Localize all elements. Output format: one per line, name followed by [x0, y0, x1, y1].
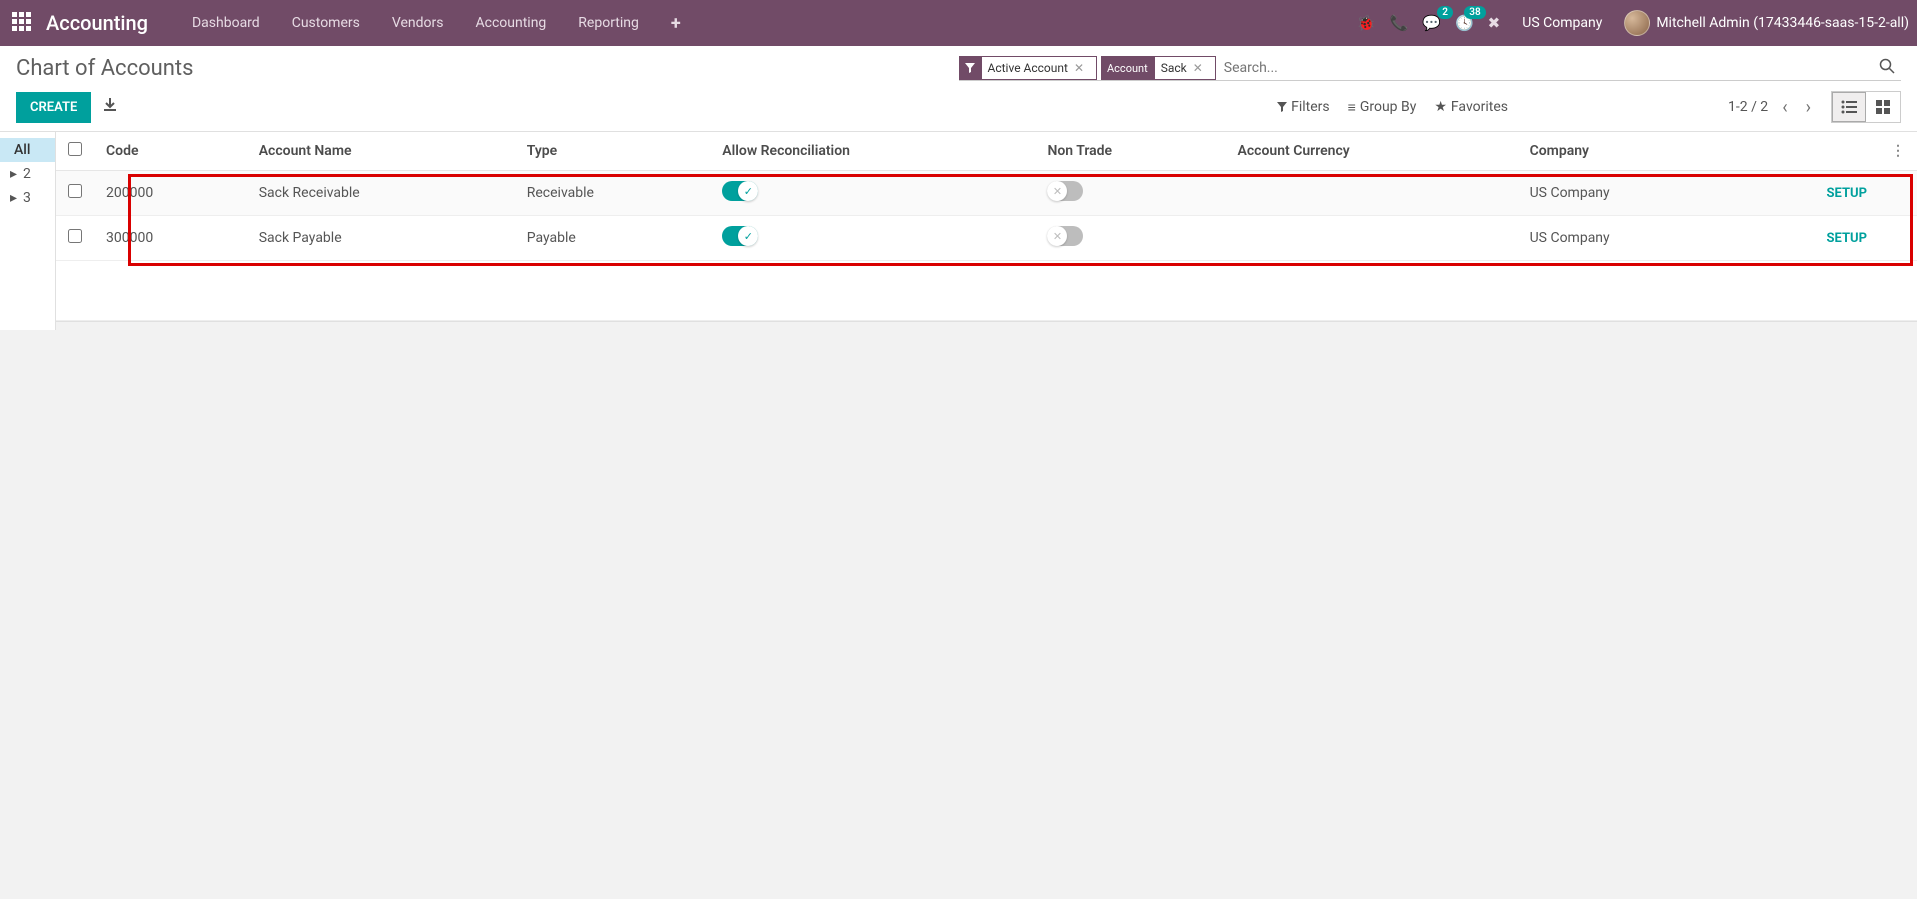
- messaging-badge: 2: [1437, 6, 1453, 19]
- search-icon[interactable]: [1873, 58, 1901, 78]
- cell-name: Sack Receivable: [247, 171, 515, 216]
- filters-button[interactable]: Filters: [1277, 99, 1330, 116]
- phone-icon[interactable]: 📞: [1390, 14, 1409, 32]
- activities-badge: 38: [1464, 6, 1485, 19]
- facet-value: Active Account: [988, 61, 1068, 75]
- facet-remove-icon[interactable]: ✕: [1187, 61, 1209, 75]
- reconcile-toggle[interactable]: ✓: [722, 226, 758, 246]
- page-title: Chart of Accounts: [16, 56, 193, 81]
- star-icon: ★: [1434, 99, 1447, 115]
- avatar: [1624, 10, 1650, 36]
- caret-right-icon: ▸: [10, 166, 17, 182]
- cell-code: 300000: [94, 216, 247, 261]
- setup-button[interactable]: SETUP: [1827, 231, 1867, 246]
- cell-name: Sack Payable: [247, 216, 515, 261]
- accounts-table: Code Account Name Type Allow Reconciliat…: [56, 132, 1917, 261]
- cell-currency: [1226, 171, 1518, 216]
- search-options: Filters ≡ Group By ★ Favorites: [1277, 99, 1508, 116]
- create-button[interactable]: CREATE: [16, 92, 91, 123]
- activities-icon[interactable]: 🕓38: [1455, 14, 1474, 32]
- favorites-label: Favorites: [1451, 99, 1508, 115]
- pager-prev-icon[interactable]: ‹: [1778, 97, 1791, 118]
- main: Code Account Name Type Allow Reconciliat…: [56, 132, 1917, 322]
- reconcile-toggle[interactable]: ✓: [722, 181, 758, 201]
- facet-remove-icon[interactable]: ✕: [1068, 61, 1090, 75]
- filters-label: Filters: [1291, 99, 1330, 115]
- facet-value: Sack: [1161, 61, 1187, 75]
- pager-next-icon[interactable]: ›: [1802, 97, 1815, 118]
- cell-company: US Company: [1518, 171, 1741, 216]
- nontrade-toggle[interactable]: ✕: [1047, 181, 1083, 201]
- col-type[interactable]: Type: [515, 132, 711, 171]
- sidebar-item-all[interactable]: All: [0, 138, 55, 162]
- sidebar-item-label: 2: [23, 166, 31, 182]
- view-list-icon[interactable]: [1832, 92, 1866, 122]
- table-row[interactable]: 200000 Sack Receivable Receivable ✓ ✕ US…: [56, 171, 1917, 216]
- control-panel: Chart of Accounts Active Account ✕ Accou…: [0, 46, 1917, 132]
- col-company[interactable]: Company: [1518, 132, 1741, 171]
- col-nontrade[interactable]: Non Trade: [1035, 132, 1225, 171]
- tools-icon[interactable]: ✖: [1488, 14, 1501, 32]
- col-code[interactable]: Code: [94, 132, 247, 171]
- pager: 1-2 / 2 ‹ ›: [1728, 97, 1815, 118]
- groupby-label: Group By: [1360, 99, 1417, 115]
- searchbar: Active Account ✕ Account Sack ✕: [959, 56, 1902, 81]
- nontrade-toggle[interactable]: ✕: [1047, 226, 1083, 246]
- nav-customers[interactable]: Customers: [276, 3, 376, 43]
- facet-label: Account: [1101, 62, 1154, 75]
- col-name[interactable]: Account Name: [247, 132, 515, 171]
- view-switcher: [1831, 91, 1901, 123]
- import-icon[interactable]: [103, 98, 117, 116]
- col-reconcile[interactable]: Allow Reconciliation: [710, 132, 1035, 171]
- nav-accounting[interactable]: Accounting: [459, 3, 562, 43]
- navbar: Accounting Dashboard Customers Vendors A…: [0, 0, 1917, 46]
- caret-right-icon: ▸: [10, 190, 17, 206]
- filter-icon: [959, 56, 981, 80]
- cell-type: Payable: [515, 216, 711, 261]
- debug-icon[interactable]: 🐞: [1357, 14, 1376, 32]
- optional-columns-icon[interactable]: ⋮: [1879, 132, 1917, 171]
- sidebar-item-2[interactable]: ▸ 2: [0, 162, 55, 186]
- list-icon: ≡: [1348, 99, 1356, 116]
- sidebar-item-label: All: [14, 142, 30, 158]
- sidebar-item-3[interactable]: ▸ 3: [0, 186, 55, 210]
- setup-button[interactable]: SETUP: [1827, 186, 1867, 201]
- cell-company: US Company: [1518, 216, 1741, 261]
- row-checkbox[interactable]: [68, 229, 82, 243]
- nav-new-icon[interactable]: +: [655, 1, 697, 46]
- col-currency[interactable]: Account Currency: [1226, 132, 1518, 171]
- messaging-icon[interactable]: 💬2: [1422, 14, 1441, 32]
- user-name: Mitchell Admin (17433446-saas-15-2-all): [1656, 15, 1909, 31]
- nav-vendors[interactable]: Vendors: [376, 3, 460, 43]
- pager-value[interactable]: 1-2 / 2: [1728, 99, 1768, 115]
- facet-active-account: Active Account ✕: [959, 56, 1098, 80]
- view-kanban-icon[interactable]: [1866, 92, 1900, 122]
- row-checkbox[interactable]: [68, 184, 82, 198]
- groupby-button[interactable]: ≡ Group By: [1348, 99, 1417, 116]
- sidebar-item-label: 3: [23, 190, 31, 206]
- sidebar: All ▸ 2 ▸ 3: [0, 132, 56, 330]
- company-switcher[interactable]: US Company: [1522, 15, 1602, 31]
- cell-type: Receivable: [515, 171, 711, 216]
- facet-account-sack: Account Sack ✕: [1101, 56, 1216, 80]
- nav-reporting[interactable]: Reporting: [562, 3, 655, 43]
- nav-dashboard[interactable]: Dashboard: [176, 3, 276, 43]
- user-menu[interactable]: Mitchell Admin (17433446-saas-15-2-all): [1624, 10, 1909, 36]
- cell-code: 200000: [94, 171, 247, 216]
- content: All ▸ 2 ▸ 3 Code Account Name Type Allow…: [0, 132, 1917, 330]
- favorites-button[interactable]: ★ Favorites: [1434, 99, 1508, 116]
- table-row[interactable]: 300000 Sack Payable Payable ✓ ✕ US Compa…: [56, 216, 1917, 261]
- search-input[interactable]: [1216, 56, 1873, 80]
- brand[interactable]: Accounting: [46, 11, 148, 35]
- apps-icon[interactable]: [12, 12, 34, 34]
- cell-currency: [1226, 216, 1518, 261]
- select-all-checkbox[interactable]: [68, 142, 82, 156]
- systray: 🐞 📞 💬2 🕓38 ✖ US Company Mitchell Admin (…: [1357, 10, 1909, 36]
